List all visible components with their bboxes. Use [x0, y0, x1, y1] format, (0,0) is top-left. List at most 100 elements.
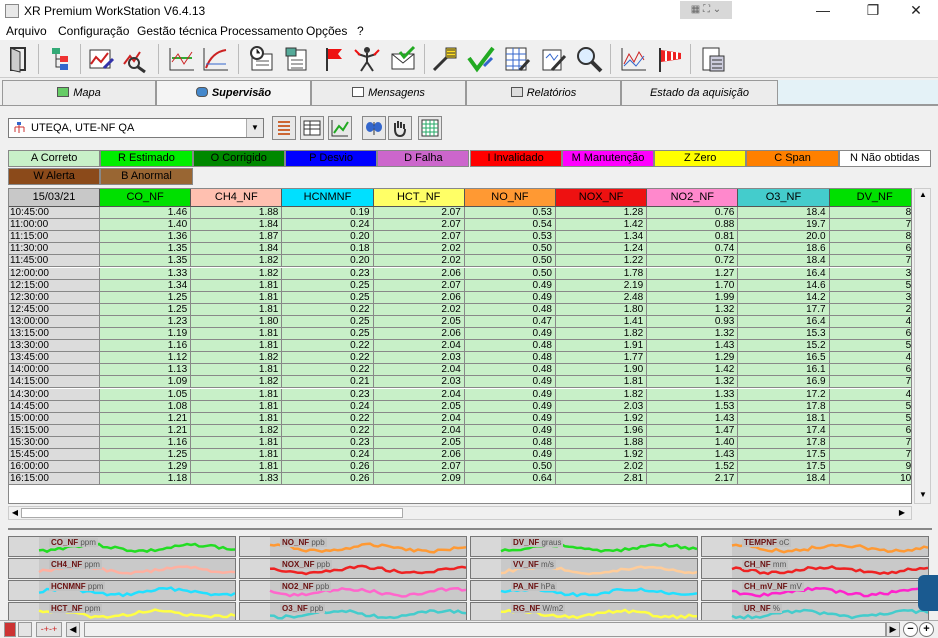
value-cell[interactable]: 2.07 [373, 207, 465, 220]
value-cell[interactable]: 1.92 [556, 412, 648, 425]
value-cell[interactable]: 1.08 [100, 400, 192, 413]
value-cell[interactable]: 1.88 [556, 436, 648, 449]
value-cell[interactable]: 17.8 [738, 400, 830, 413]
value-cell[interactable]: 15.2 [738, 340, 830, 353]
table-row[interactable]: 15:00:00 1.21 1.81 0.22 2.04 0.49 1.92 1.43 18.1… [9, 412, 911, 425]
value-cell[interactable]: 16.4 [738, 315, 830, 328]
value-cell[interactable]: 18.4 [738, 207, 830, 220]
value-cell[interactable]: 0.49 [464, 279, 556, 292]
value-cell[interactable]: 1.53 [647, 400, 739, 413]
value-cell[interactable]: 18.6 [738, 243, 830, 256]
value-cell[interactable]: 18.4 [738, 255, 830, 268]
value-cell[interactable]: 2.05 [373, 400, 465, 413]
value-cell[interactable]: 60 [829, 364, 911, 377]
menu-arquivo[interactable]: Arquivo [6, 24, 47, 38]
value-cell[interactable]: 57 [829, 340, 911, 353]
table-row[interactable]: 11:30:00 1.35 1.84 0.18 2.02 0.50 1.24 0.74 18.6… [9, 243, 911, 256]
value-cell[interactable]: 20.0 [738, 231, 830, 244]
validation-tool-icon[interactable] [430, 44, 460, 74]
value-cell[interactable]: 0.23 [282, 388, 374, 401]
value-cell[interactable]: 2.03 [373, 352, 465, 365]
maximize-button[interactable]: ❐ [850, 0, 896, 22]
value-cell[interactable]: 1.81 [191, 291, 283, 304]
value-cell[interactable]: 0.54 [464, 219, 556, 232]
value-cell[interactable]: 18.1 [738, 412, 830, 425]
value-cell[interactable]: 2.07 [373, 279, 465, 292]
value-cell[interactable]: 14.6 [738, 279, 830, 292]
menu-gestao-tecnica[interactable]: Gestão técnica [137, 24, 217, 38]
table-row[interactable]: 12:30:00 1.25 1.81 0.25 2.06 0.49 2.48 1.99 14.2… [9, 291, 911, 304]
value-cell[interactable]: 76 [829, 376, 911, 389]
value-cell[interactable]: 0.26 [282, 461, 374, 474]
value-cell[interactable]: 1.32 [647, 376, 739, 389]
value-cell[interactable]: 0.19 [282, 207, 374, 220]
column-header[interactable]: DV_NF [829, 189, 911, 207]
hand-button[interactable] [388, 116, 412, 140]
table-row[interactable]: 11:45:00 1.35 1.82 0.20 2.02 0.50 1.22 0.72 18.4… [9, 255, 911, 268]
value-cell[interactable]: 0.49 [464, 291, 556, 304]
value-cell[interactable]: 1.29 [100, 461, 192, 474]
value-cell[interactable]: 2.07 [373, 231, 465, 244]
value-cell[interactable]: 83 [829, 207, 911, 220]
table-row[interactable]: 13:45:00 1.12 1.82 0.22 2.03 0.48 1.77 1.29 16.5… [9, 352, 911, 365]
value-cell[interactable]: 53 [829, 279, 911, 292]
value-cell[interactable]: 1.77 [556, 352, 648, 365]
column-header[interactable]: O3_NF [738, 189, 830, 207]
value-cell[interactable]: 0.81 [647, 231, 739, 244]
value-cell[interactable]: 1.81 [191, 449, 283, 462]
mini-trend-chart[interactable]: CO_NF ppm [8, 536, 236, 557]
value-cell[interactable]: 2.06 [373, 328, 465, 341]
value-cell[interactable]: 0.24 [282, 400, 374, 413]
mail-check-icon[interactable] [388, 44, 418, 74]
mini-trend-chart[interactable]: DV_NF graus [470, 536, 698, 557]
station-dropdown[interactable]: UTEQA, UTE-NF QA ▼ [8, 118, 264, 138]
value-cell[interactable]: 1.32 [647, 328, 739, 341]
value-cell[interactable]: 1.25 [100, 449, 192, 462]
value-cell[interactable]: 1.41 [556, 315, 648, 328]
status-right-arrow-icon[interactable]: ▶ [886, 622, 900, 637]
value-cell[interactable]: 65 [829, 424, 911, 437]
value-cell[interactable]: 0.20 [282, 231, 374, 244]
clock-report-icon[interactable] [246, 44, 276, 74]
horizontal-scroll-thumb[interactable] [21, 508, 403, 518]
table-row[interactable]: 14:30:00 1.05 1.81 0.23 2.04 0.49 1.82 1.33 17.2… [9, 388, 911, 401]
value-cell[interactable]: 0.48 [464, 340, 556, 353]
value-cell[interactable]: 53 [829, 400, 911, 413]
value-cell[interactable]: 1.81 [191, 328, 283, 341]
value-cell[interactable]: 0.93 [647, 315, 739, 328]
value-cell[interactable]: 0.48 [464, 436, 556, 449]
value-cell[interactable]: 1.34 [556, 231, 648, 244]
status-chart-icon[interactable] [4, 622, 16, 637]
value-cell[interactable]: 0.25 [282, 279, 374, 292]
windsock-icon[interactable] [654, 44, 684, 74]
value-cell[interactable]: 2.05 [373, 436, 465, 449]
value-cell[interactable]: 0.20 [282, 255, 374, 268]
value-cell[interactable]: 0.48 [464, 303, 556, 316]
value-cell[interactable]: 1.32 [647, 303, 739, 316]
value-cell[interactable]: 16.1 [738, 364, 830, 377]
tab-mensagens[interactable]: Mensagens [311, 80, 466, 105]
value-cell[interactable]: 0.74 [647, 243, 739, 256]
mini-trend-chart[interactable]: NO2_NF ppb [239, 580, 467, 601]
value-cell[interactable]: 0.64 [464, 473, 556, 486]
value-cell[interactable]: 0.22 [282, 303, 374, 316]
value-cell[interactable]: 1.42 [647, 364, 739, 377]
close-button[interactable]: ✕ [893, 0, 938, 22]
value-cell[interactable]: 88 [829, 231, 911, 244]
value-cell[interactable]: 0.22 [282, 424, 374, 437]
status-graph-icon[interactable] [18, 622, 32, 637]
value-cell[interactable]: 2.06 [373, 449, 465, 462]
value-cell[interactable]: 0.50 [464, 267, 556, 280]
value-cell[interactable]: 1.91 [556, 340, 648, 353]
table-row[interactable]: 12:45:00 1.25 1.81 0.22 2.02 0.48 1.80 1.32 17.7… [9, 303, 911, 316]
zoom-in-button[interactable]: + [919, 622, 934, 637]
value-cell[interactable]: 1.90 [556, 364, 648, 377]
value-cell[interactable]: 1.35 [100, 255, 192, 268]
value-cell[interactable]: 0.22 [282, 364, 374, 377]
value-cell[interactable]: 1.43 [647, 449, 739, 462]
zoom-out-button[interactable]: − [903, 622, 918, 637]
value-cell[interactable]: 1.81 [191, 412, 283, 425]
status-left-arrow-icon[interactable]: ◀ [66, 622, 80, 637]
table-row[interactable]: 16:15:00 1.18 1.83 0.26 2.09 0.64 2.81 2.17 18.4… [9, 473, 911, 486]
value-cell[interactable]: 77 [829, 449, 911, 462]
